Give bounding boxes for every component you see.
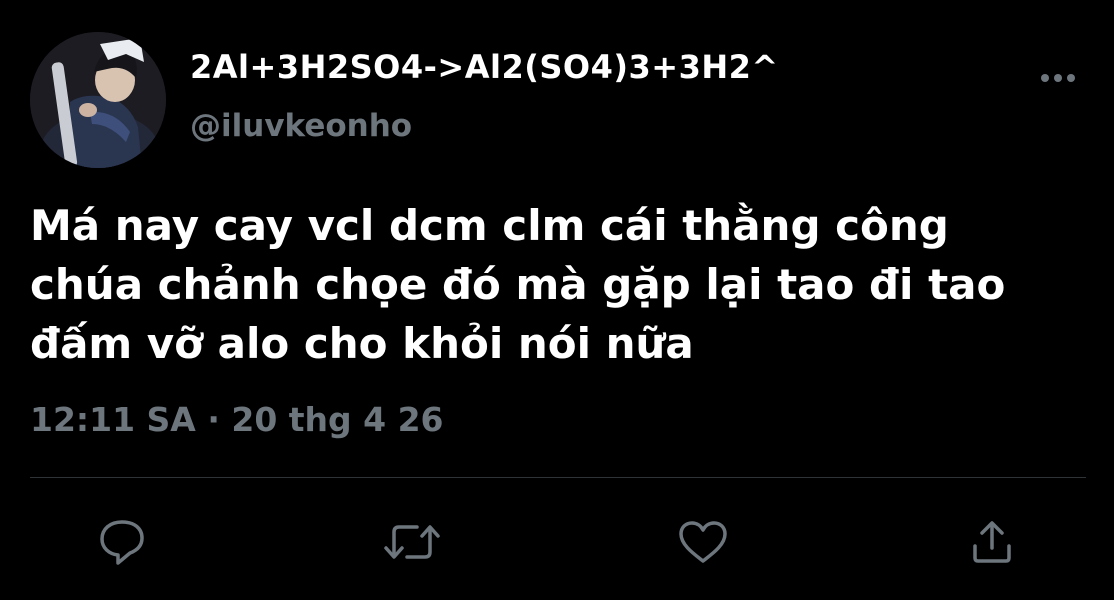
tweet-text-line: đấm vỡ alo cho khỏi nói nữa	[30, 319, 694, 368]
more-options-button[interactable]	[1030, 58, 1086, 98]
tweet-timestamp[interactable]: 12:11 SA · 20 thg 4 26	[30, 400, 444, 439]
display-name[interactable]: 2Al+3H2SO4->Al2(SO4)3+3H2^	[190, 48, 779, 86]
tweet-text-line: Má nay cay vcl dcm clm cái thằng công	[30, 201, 949, 250]
reply-button[interactable]	[92, 514, 152, 570]
share-icon	[973, 521, 1011, 563]
heart-icon	[679, 521, 727, 563]
divider	[30, 477, 1086, 478]
user-handle[interactable]: @iluvkeonho	[190, 108, 412, 144]
tweet-card: 2Al+3H2SO4->Al2(SO4)3+3H2^ @iluvkeonho M…	[0, 0, 1114, 600]
like-button[interactable]	[673, 514, 733, 570]
avatar[interactable]	[30, 32, 166, 168]
retweet-button[interactable]	[382, 514, 442, 570]
tweet-text: Má nay cay vcl dcm clm cái thằng công ch…	[30, 196, 1090, 373]
share-button[interactable]	[962, 514, 1022, 570]
reply-icon	[100, 520, 144, 565]
avatar-image	[30, 32, 166, 168]
more-dots-icon	[1041, 74, 1075, 82]
tweet-text-line: chúa chảnh chọe đó mà gặp lại tao đi tao	[30, 260, 1006, 309]
retweet-icon	[384, 525, 440, 559]
